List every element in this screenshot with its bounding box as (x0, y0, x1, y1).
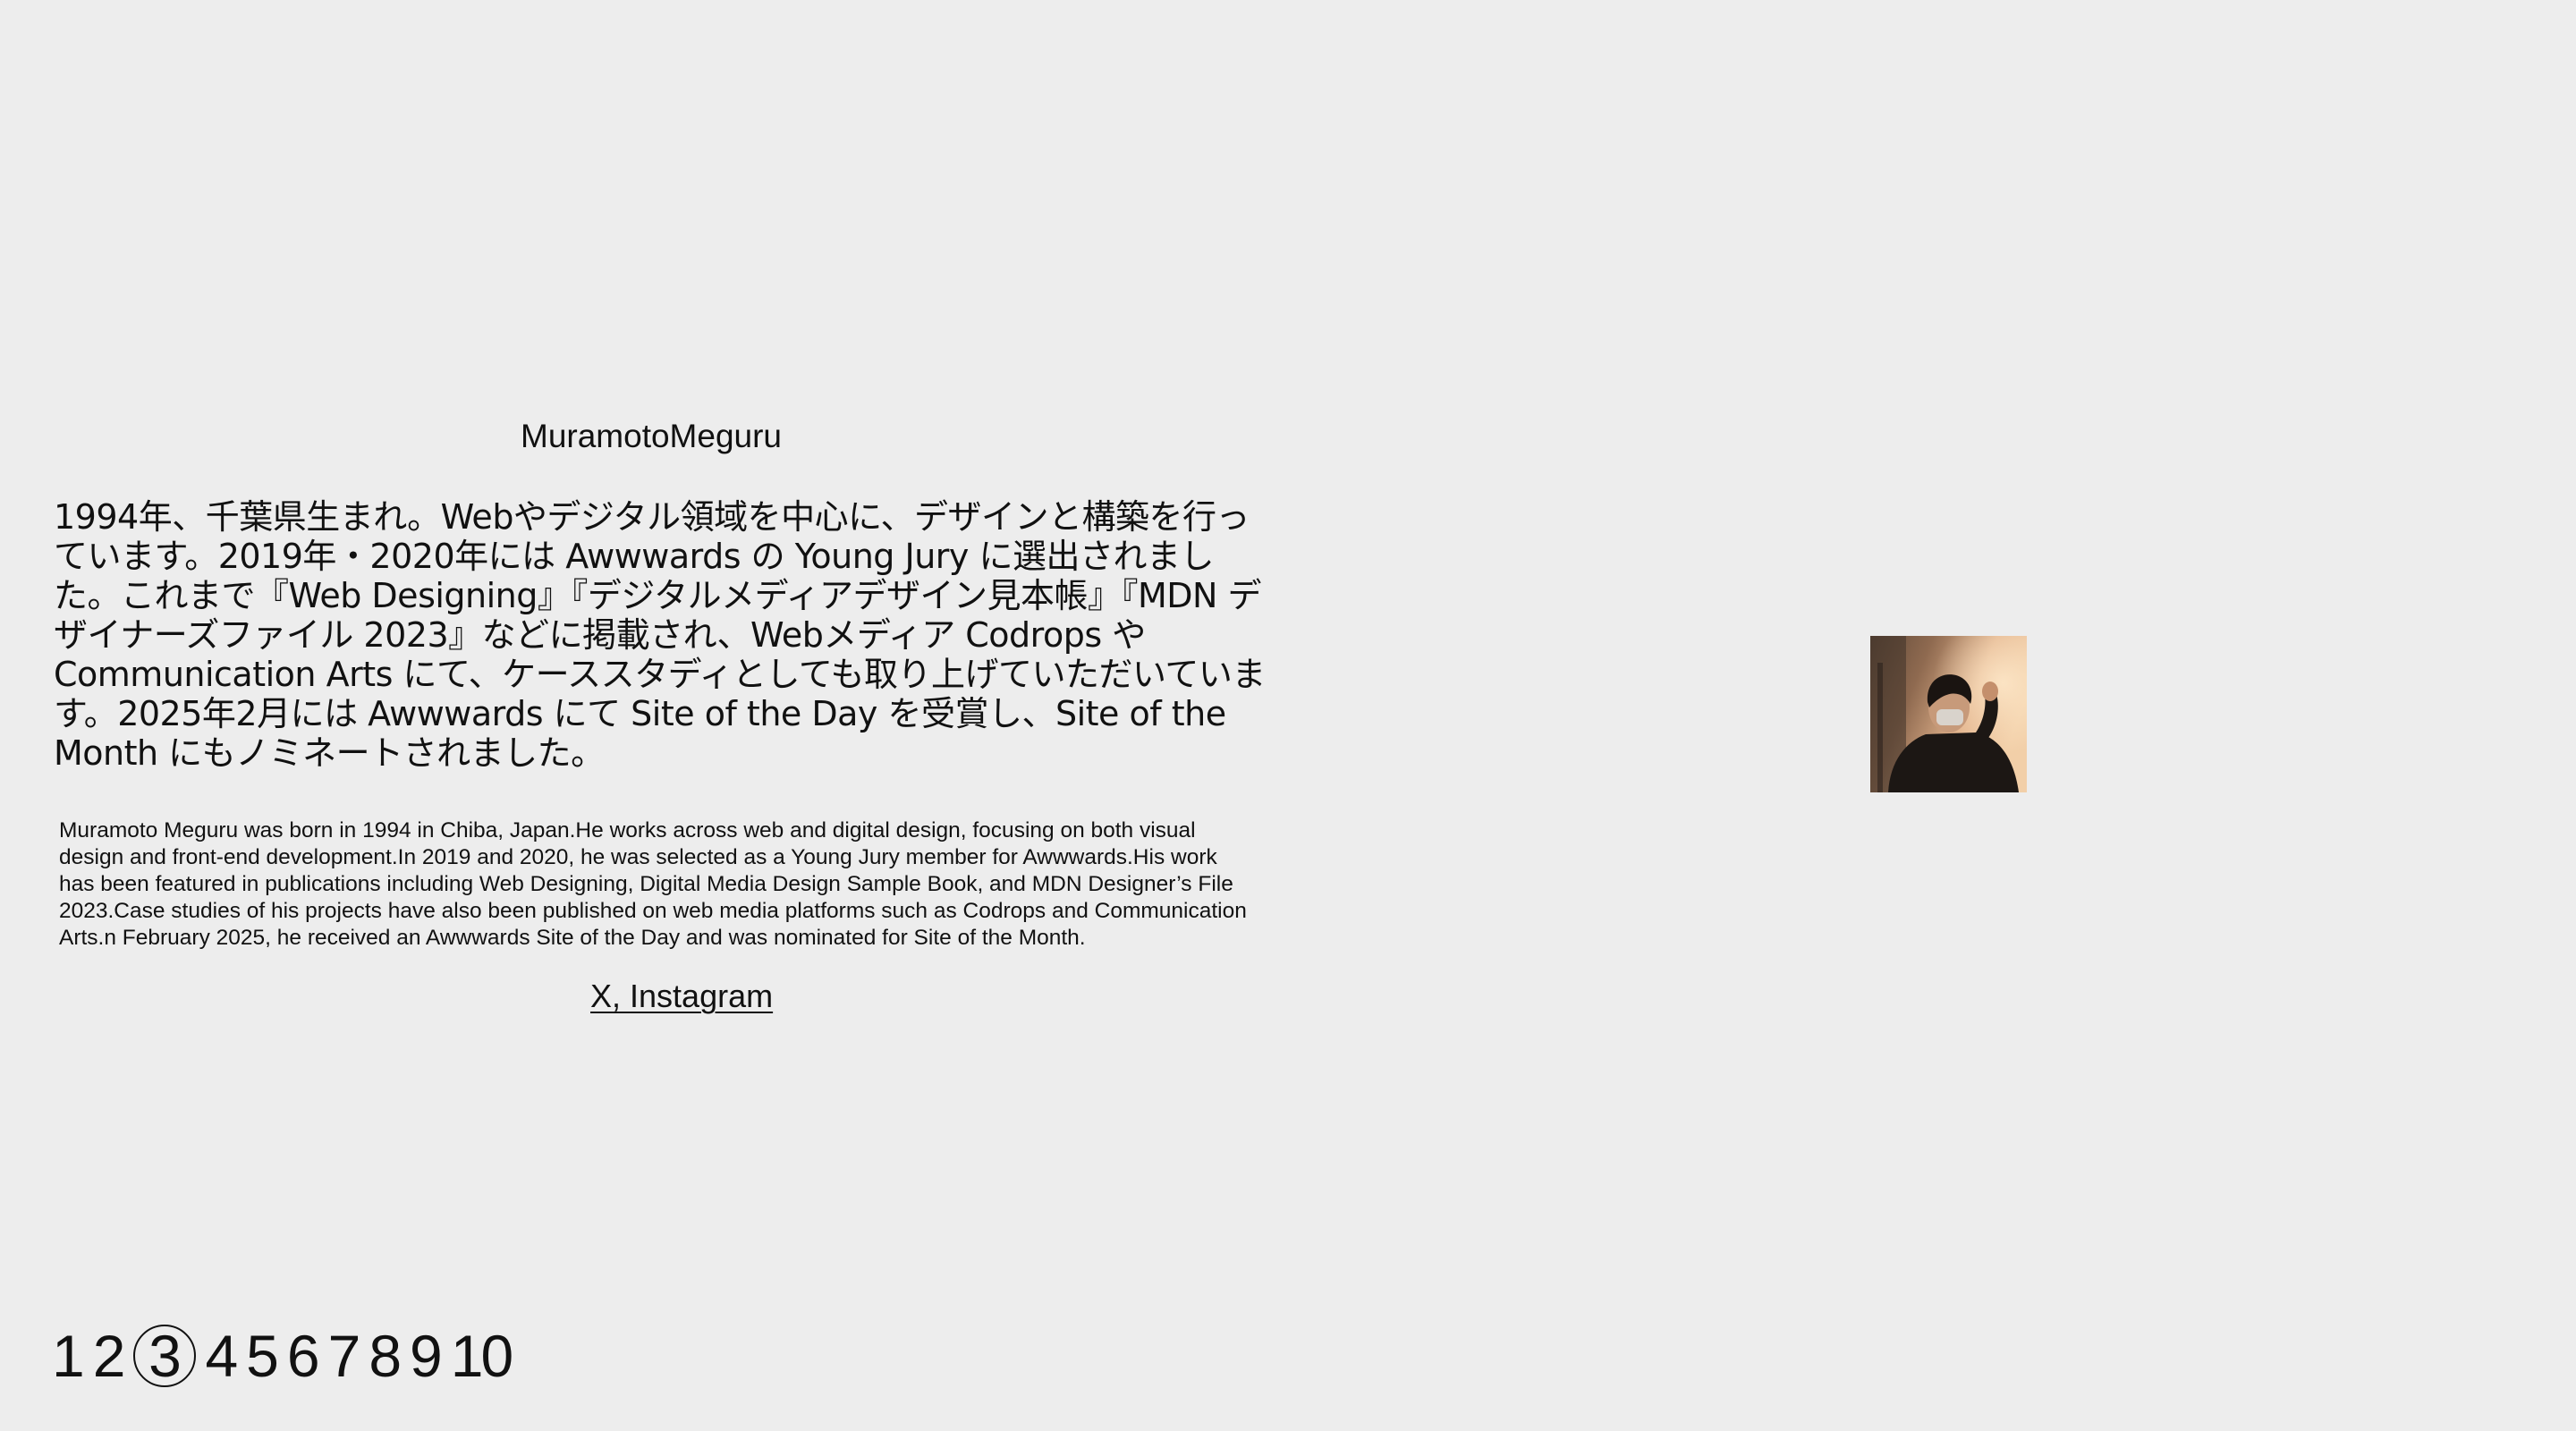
portrait-photo-image (1870, 636, 2027, 792)
page-5-link[interactable]: 5 (246, 1323, 279, 1389)
x-link[interactable]: X (590, 978, 612, 1014)
page-6-link[interactable]: 6 (287, 1323, 320, 1389)
profile-name: MuramotoMeguru (521, 418, 783, 454)
page-8-link[interactable]: 8 (369, 1323, 402, 1389)
page-2-link[interactable]: 2 (93, 1323, 126, 1389)
pagination: 1 2 3 4 5 6 7 8 9 10 (52, 1320, 521, 1392)
links-separator: , (612, 978, 631, 1014)
profile-photo (1870, 636, 2027, 792)
bio-japanese: 1994年、千葉県生まれ。Webやデジタル領域を中心に、デザインと構築を行ってい… (54, 497, 1266, 773)
page-7-link[interactable]: 7 (328, 1323, 361, 1389)
page-10-link[interactable]: 10 (451, 1323, 513, 1389)
page-4-link[interactable]: 4 (205, 1323, 238, 1389)
page-1-link[interactable]: 1 (52, 1323, 85, 1389)
page-3-link-current[interactable]: 3 (133, 1323, 197, 1389)
page-9-link[interactable]: 9 (410, 1323, 443, 1389)
instagram-link[interactable]: Instagram (630, 978, 773, 1014)
social-links: X, Instagram (590, 977, 773, 1016)
bio-english: Muramoto Meguru was born in 1994 in Chib… (59, 818, 1247, 950)
